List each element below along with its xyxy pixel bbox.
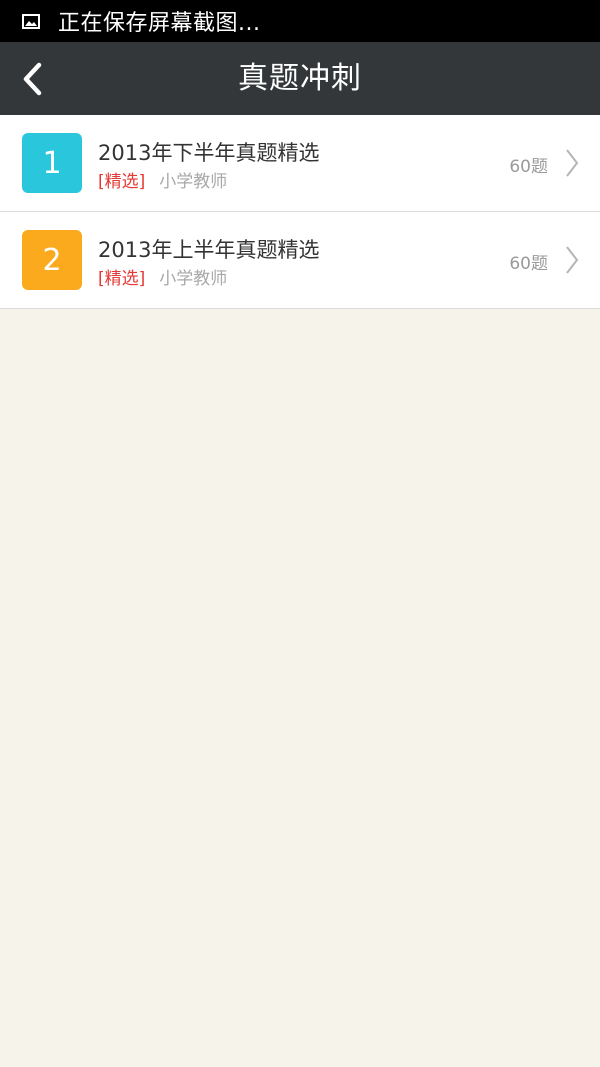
item-tag: [精选] <box>98 269 146 289</box>
item-number-badge: 2 <box>22 230 82 290</box>
item-number: 1 <box>42 145 62 181</box>
item-number-badge: 1 <box>22 133 82 193</box>
item-number: 2 <box>42 242 62 278</box>
item-count: 60题 <box>509 254 548 274</box>
item-count: 60题 <box>509 157 548 177</box>
item-category: 小学教师 <box>159 172 228 192</box>
image-icon <box>22 13 40 29</box>
chevron-right-icon <box>566 246 579 274</box>
item-title: 2013年上半年真题精选 <box>98 238 320 262</box>
status-text: 正在保存屏幕截图... <box>58 11 261 36</box>
item-tag: [精选] <box>98 172 146 192</box>
app-bar: 真题冲刺 <box>0 42 600 115</box>
item-category: 小学教师 <box>159 269 228 289</box>
list-item[interactable]: 1 2013年下半年真题精选 [精选] 小学教师 60题 <box>0 115 600 212</box>
item-title: 2013年下半年真题精选 <box>98 141 320 165</box>
chevron-right-icon <box>566 149 579 177</box>
list-item[interactable]: 2 2013年上半年真题精选 [精选] 小学教师 60题 <box>0 212 600 309</box>
item-subtitle: [精选] 小学教师 <box>98 264 227 289</box>
exam-list: 1 2013年下半年真题精选 [精选] 小学教师 60题 2 2013年上半年真题… <box>0 115 600 309</box>
status-bar: 正在保存屏幕截图... <box>0 0 600 42</box>
page-title: 真题冲刺 <box>238 61 362 96</box>
item-subtitle: [精选] 小学教师 <box>98 167 227 192</box>
